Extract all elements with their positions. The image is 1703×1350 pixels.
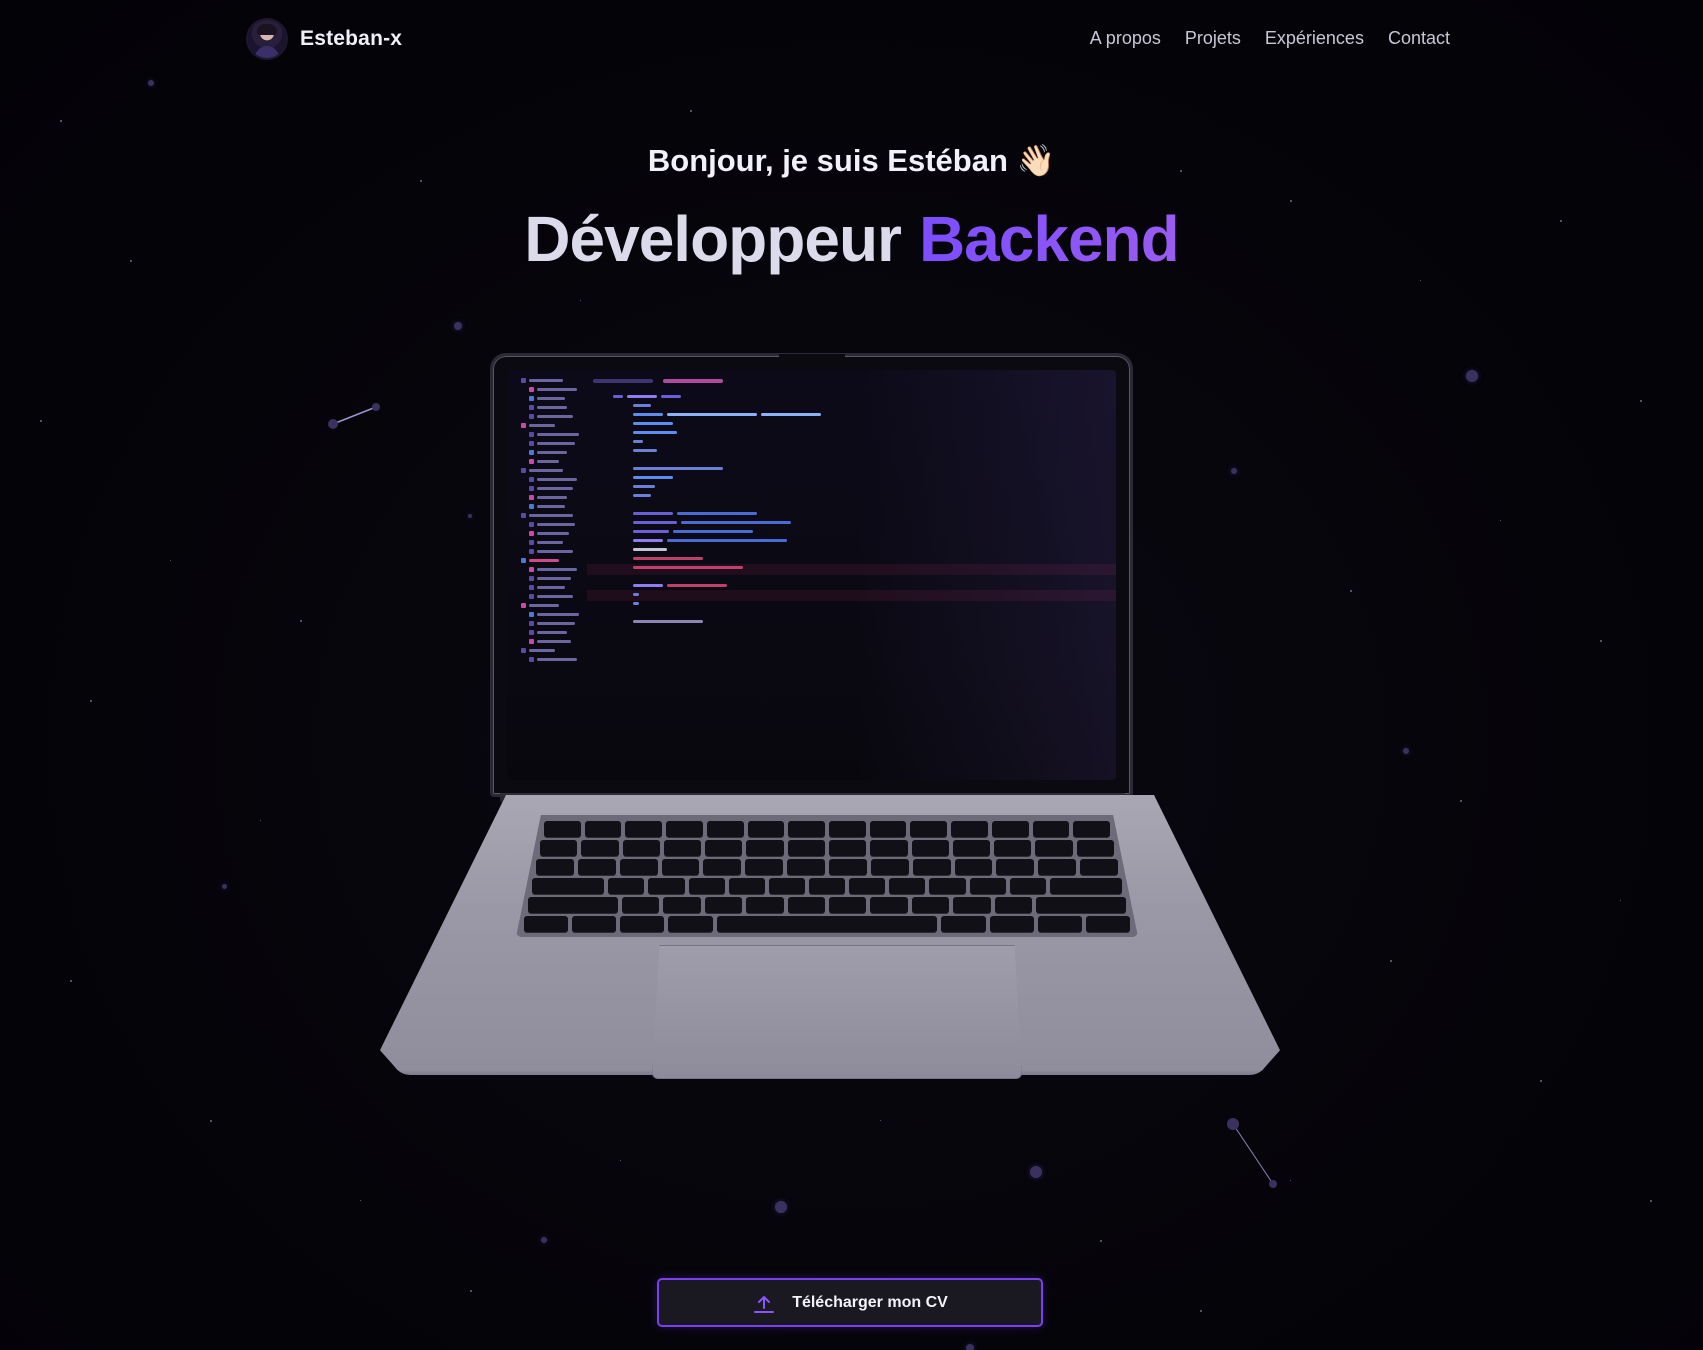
brand-name[interactable]: Esteban-x xyxy=(300,27,402,51)
laptop-lid xyxy=(490,353,1133,797)
brand[interactable]: Esteban-x xyxy=(248,20,402,58)
laptop-trackpad xyxy=(652,945,1022,1079)
camera-notch xyxy=(778,354,845,369)
laptop-base xyxy=(380,795,1280,1095)
laptop-keyboard xyxy=(516,815,1138,937)
main-nav: A propos Projets Expériences Contact xyxy=(1090,28,1450,49)
download-cv-label: Télécharger mon CV xyxy=(792,1293,948,1311)
avatar xyxy=(248,20,286,58)
nav-link-projets[interactable]: Projets xyxy=(1185,28,1241,49)
hero-title-role: Développeur xyxy=(524,203,902,275)
upload-icon xyxy=(752,1291,776,1315)
page: Esteban-x A propos Projets Expériences C… xyxy=(0,0,1703,1350)
hero-title: Développeur Backend xyxy=(0,202,1703,276)
site-header: Esteban-x A propos Projets Expériences C… xyxy=(0,0,1703,84)
editor-file-tree xyxy=(511,376,591,690)
laptop-illustration[interactable] xyxy=(380,345,1280,1105)
laptop-screen xyxy=(507,370,1116,780)
hero-title-highlight: Backend xyxy=(918,203,1180,275)
nav-link-experiences[interactable]: Expériences xyxy=(1265,28,1364,49)
download-cv-button[interactable]: Télécharger mon CV xyxy=(657,1278,1043,1327)
hero-greeting: Bonjour, je suis Estéban 👋🏻 xyxy=(647,143,1056,178)
nav-link-contact[interactable]: Contact xyxy=(1388,28,1450,49)
nav-link-a-propos[interactable]: A propos xyxy=(1090,28,1161,49)
